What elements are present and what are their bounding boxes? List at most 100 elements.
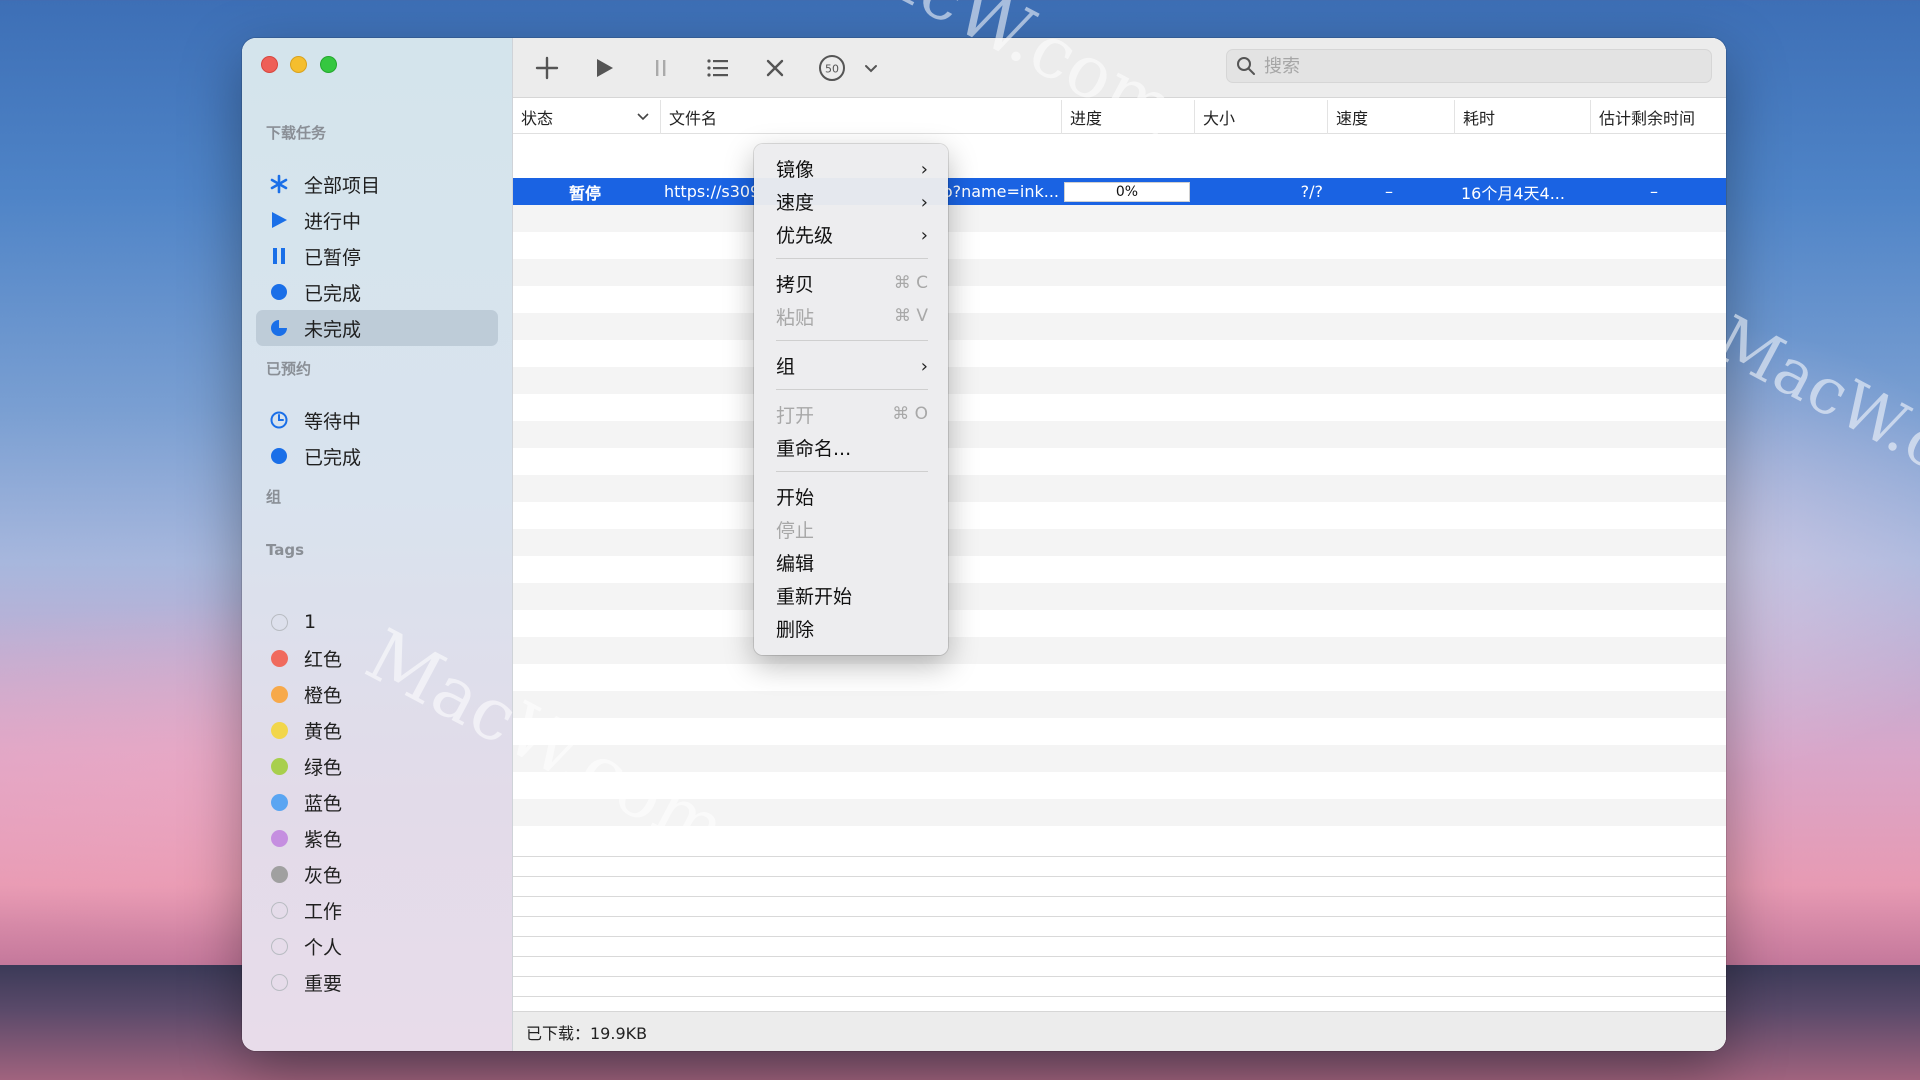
empty-row bbox=[513, 205, 1726, 232]
column-header-progress[interactable]: 进度 bbox=[1061, 100, 1194, 134]
sidebar-tag-label: 灰色 bbox=[304, 864, 343, 887]
speed-limit-button[interactable]: 50 bbox=[814, 51, 850, 85]
sidebar-tag-label: 绿色 bbox=[304, 756, 343, 779]
sidebar-item-incomplete[interactable]: 未完成 bbox=[256, 310, 498, 346]
sidebar-item-in-progress[interactable]: 进行中 bbox=[256, 202, 498, 238]
table-body: 暂停 https://s309 o?name=ink... 0% ?/? – 1… bbox=[513, 135, 1726, 1050]
speed-menu-button[interactable] bbox=[859, 51, 883, 85]
close-window-button[interactable] bbox=[261, 56, 278, 73]
sidebar-tag-label: 工作 bbox=[304, 900, 343, 923]
menu-item-copy[interactable]: 拷贝 ⌘ C bbox=[754, 268, 948, 298]
sidebar-tag-item[interactable]: 红色 bbox=[256, 640, 498, 676]
sidebar-tag-label: 紫色 bbox=[304, 828, 343, 851]
menu-item-restart[interactable]: 重新开始 bbox=[754, 580, 948, 610]
sidebar-item-paused[interactable]: 已暂停 bbox=[256, 238, 498, 274]
empty-row bbox=[513, 259, 1726, 286]
sidebar-tag-label: 黄色 bbox=[304, 720, 343, 743]
chevron-down-icon bbox=[865, 65, 877, 73]
sidebar-item-scheduled-completed[interactable]: 已完成 bbox=[256, 438, 498, 474]
section-title-groups: 组 bbox=[266, 488, 282, 506]
pause-button[interactable] bbox=[643, 51, 679, 85]
chevron-right-icon: › bbox=[920, 225, 928, 246]
menu-item-edit[interactable]: 编辑 bbox=[754, 547, 948, 577]
row-speed: – bbox=[1385, 182, 1393, 201]
menu-item-mirror[interactable]: 镜像 › bbox=[754, 153, 948, 183]
play-icon bbox=[597, 59, 613, 77]
search-field[interactable] bbox=[1226, 49, 1712, 83]
empty-row bbox=[513, 502, 1726, 529]
empty-row bbox=[513, 340, 1726, 367]
sidebar-item-label: 全部项目 bbox=[304, 174, 381, 197]
tag-color-dot-icon bbox=[268, 971, 290, 993]
empty-row bbox=[513, 745, 1726, 772]
minimize-window-button[interactable] bbox=[290, 56, 307, 73]
sidebar-tag-item[interactable]: 工作 bbox=[256, 892, 498, 928]
row-size: ?/? bbox=[1300, 182, 1323, 201]
column-header-elapsed[interactable]: 耗时 bbox=[1454, 100, 1590, 134]
sidebar-tag-item[interactable]: 绿色 bbox=[256, 748, 498, 784]
menu-separator bbox=[776, 389, 928, 390]
menu-shortcut: ⌘ V bbox=[893, 306, 928, 326]
column-label: 状态 bbox=[521, 109, 554, 128]
zoom-window-button[interactable] bbox=[320, 56, 337, 73]
column-header-filename[interactable]: 文件名 bbox=[660, 100, 1061, 134]
empty-row bbox=[513, 286, 1726, 313]
empty-row bbox=[513, 475, 1726, 502]
sidebar-tag-item[interactable]: 黄色 bbox=[256, 712, 498, 748]
menu-item-open: 打开 ⌘ O bbox=[754, 399, 948, 429]
menu-item-priority[interactable]: 优先级 › bbox=[754, 219, 948, 249]
empty-row bbox=[513, 799, 1726, 826]
add-button[interactable] bbox=[529, 51, 565, 85]
tag-color-dot-icon bbox=[268, 755, 290, 777]
row-remaining: – bbox=[1650, 182, 1658, 201]
sidebar-tag-item[interactable]: 蓝色 bbox=[256, 784, 498, 820]
empty-row bbox=[513, 232, 1726, 259]
sidebar-tag-item[interactable]: 1 bbox=[256, 604, 498, 640]
search-input[interactable] bbox=[1264, 55, 1684, 77]
sidebar-tag-item[interactable]: 重要 bbox=[256, 964, 498, 1000]
menu-item-speed[interactable]: 速度 › bbox=[754, 186, 948, 216]
sidebar-tag-item[interactable]: 个人 bbox=[256, 928, 498, 964]
add-icon bbox=[535, 56, 559, 80]
grid-line bbox=[513, 996, 1726, 997]
list-button[interactable] bbox=[700, 51, 736, 85]
column-header-size[interactable]: 大小 bbox=[1194, 100, 1327, 134]
tag-color-dot-icon bbox=[268, 899, 290, 921]
column-label: 估计剩余时间 bbox=[1599, 109, 1696, 128]
downloaded-total: 已下载：19.9KB bbox=[526, 1023, 648, 1043]
grid-line bbox=[513, 876, 1726, 877]
menu-item-delete[interactable]: 删除 bbox=[754, 613, 948, 643]
delete-button[interactable] bbox=[757, 51, 793, 85]
sidebar-tag-label: 个人 bbox=[304, 936, 343, 959]
start-button[interactable] bbox=[586, 51, 622, 85]
menu-item-stop: 停止 bbox=[754, 514, 948, 544]
sidebar-tag-item[interactable]: 紫色 bbox=[256, 820, 498, 856]
sidebar-tag-item[interactable]: 橙色 bbox=[256, 676, 498, 712]
empty-row bbox=[513, 556, 1726, 583]
column-header-speed[interactable]: 速度 bbox=[1327, 100, 1454, 134]
column-header-remaining[interactable]: 估计剩余时间 bbox=[1590, 100, 1726, 134]
menu-item-rename[interactable]: 重命名... bbox=[754, 432, 948, 462]
sidebar-item-completed[interactable]: 已完成 bbox=[256, 274, 498, 310]
empty-row bbox=[513, 448, 1726, 475]
main-panel: 50 状态 文件名 进度 大小 速度 耗时 估计剩余时间 暂停 bbox=[513, 38, 1726, 1051]
sidebar-tag-item[interactable]: 灰色 bbox=[256, 856, 498, 892]
list-icon bbox=[707, 59, 728, 77]
sidebar-item-all[interactable]: 全部项目 bbox=[256, 166, 498, 202]
tag-color-dot-icon bbox=[268, 611, 290, 633]
menu-item-label: 优先级 bbox=[776, 224, 834, 247]
sidebar-item-waiting[interactable]: 等待中 bbox=[256, 402, 498, 438]
tag-color-dot-icon bbox=[268, 863, 290, 885]
row-elapsed: 16个月4天4... bbox=[1461, 183, 1565, 203]
status-bar: 已下载：19.9KB bbox=[513, 1011, 1726, 1051]
row-progress-bar: 0% bbox=[1064, 182, 1190, 202]
table-row[interactable]: 暂停 https://s309 o?name=ink... 0% ?/? – 1… bbox=[513, 178, 1726, 205]
column-header-status[interactable]: 状态 bbox=[513, 100, 661, 134]
sidebar-tag-label: 红色 bbox=[304, 648, 343, 671]
empty-row bbox=[513, 610, 1726, 637]
menu-item-start[interactable]: 开始 bbox=[754, 481, 948, 511]
menu-item-label: 开始 bbox=[776, 486, 815, 509]
menu-item-group[interactable]: 组 › bbox=[754, 350, 948, 380]
menu-item-label: 速度 bbox=[776, 191, 815, 214]
row-status: 暂停 bbox=[569, 183, 602, 203]
